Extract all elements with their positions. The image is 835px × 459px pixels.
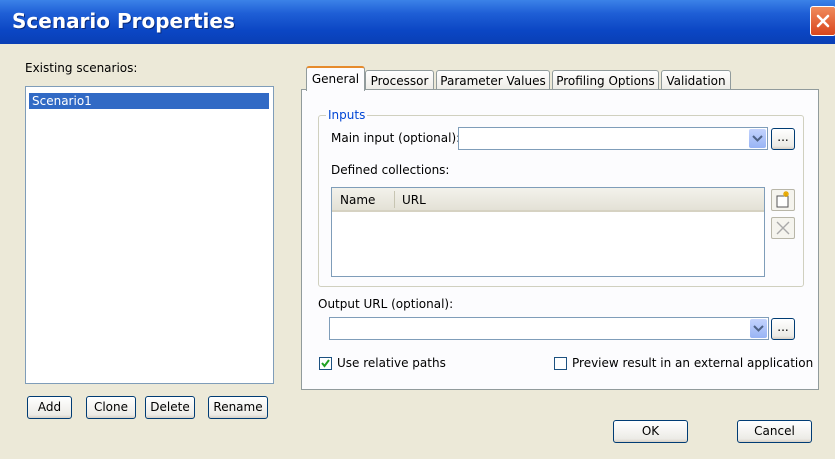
main-input-label: Main input (optional): <box>331 131 461 145</box>
delete-collection-button[interactable] <box>771 217 795 239</box>
main-input-dropdown-button[interactable] <box>749 129 766 148</box>
list-item[interactable]: Scenario1 <box>29 93 269 109</box>
column-separator <box>394 191 395 208</box>
existing-scenarios-label: Existing scenarios: <box>25 61 138 75</box>
scenarios-listbox[interactable]: Scenario1 <box>25 86 274 384</box>
tab-validation[interactable]: Validation <box>661 70 731 91</box>
column-header-name[interactable]: Name <box>340 193 375 207</box>
close-button[interactable] <box>810 6 835 36</box>
chevron-down-icon <box>753 325 764 332</box>
cancel-button[interactable]: Cancel <box>737 420 812 443</box>
new-item-icon <box>776 191 789 208</box>
collections-table-header: Name URL <box>332 188 764 212</box>
preview-external-label[interactable]: Preview result in an external applicatio… <box>572 356 813 370</box>
preview-external-checkbox[interactable] <box>554 357 567 370</box>
tab-general[interactable]: General <box>306 66 365 91</box>
inputs-group-title: Inputs <box>326 108 368 122</box>
clone-button[interactable]: Clone <box>86 396 136 419</box>
checkmark-icon <box>321 359 330 368</box>
main-input-combo[interactable] <box>458 127 768 150</box>
collections-table[interactable]: Name URL <box>331 187 765 277</box>
tab-parameter-values[interactable]: Parameter Values <box>436 70 550 91</box>
tab-processor[interactable]: Processor <box>365 70 434 91</box>
output-url-combo[interactable] <box>329 317 769 340</box>
delete-x-icon <box>776 221 790 235</box>
window-title: Scenario Properties <box>12 9 235 33</box>
scenario-properties-dialog: Scenario Properties Existing scenarios: … <box>0 0 835 459</box>
output-url-label: Output URL (optional): <box>318 297 454 311</box>
output-url-browse-button[interactable]: ... <box>771 318 795 340</box>
output-url-dropdown-button[interactable] <box>750 319 767 338</box>
ok-button[interactable]: OK <box>613 420 688 443</box>
rename-button[interactable]: Rename <box>208 396 268 419</box>
use-relative-paths-checkbox[interactable] <box>319 357 332 370</box>
title-bar[interactable]: Scenario Properties <box>0 0 835 44</box>
main-input-browse-button[interactable]: ... <box>771 128 795 150</box>
column-header-url[interactable]: URL <box>402 193 426 207</box>
tab-profiling-options[interactable]: Profiling Options <box>552 70 659 91</box>
add-button[interactable]: Add <box>27 396 72 419</box>
chevron-down-icon <box>752 135 763 142</box>
close-icon <box>816 14 830 28</box>
new-collection-button[interactable] <box>771 189 795 211</box>
use-relative-paths-label[interactable]: Use relative paths <box>337 356 446 370</box>
delete-button[interactable]: Delete <box>145 396 195 419</box>
defined-collections-label: Defined collections: <box>331 163 450 177</box>
